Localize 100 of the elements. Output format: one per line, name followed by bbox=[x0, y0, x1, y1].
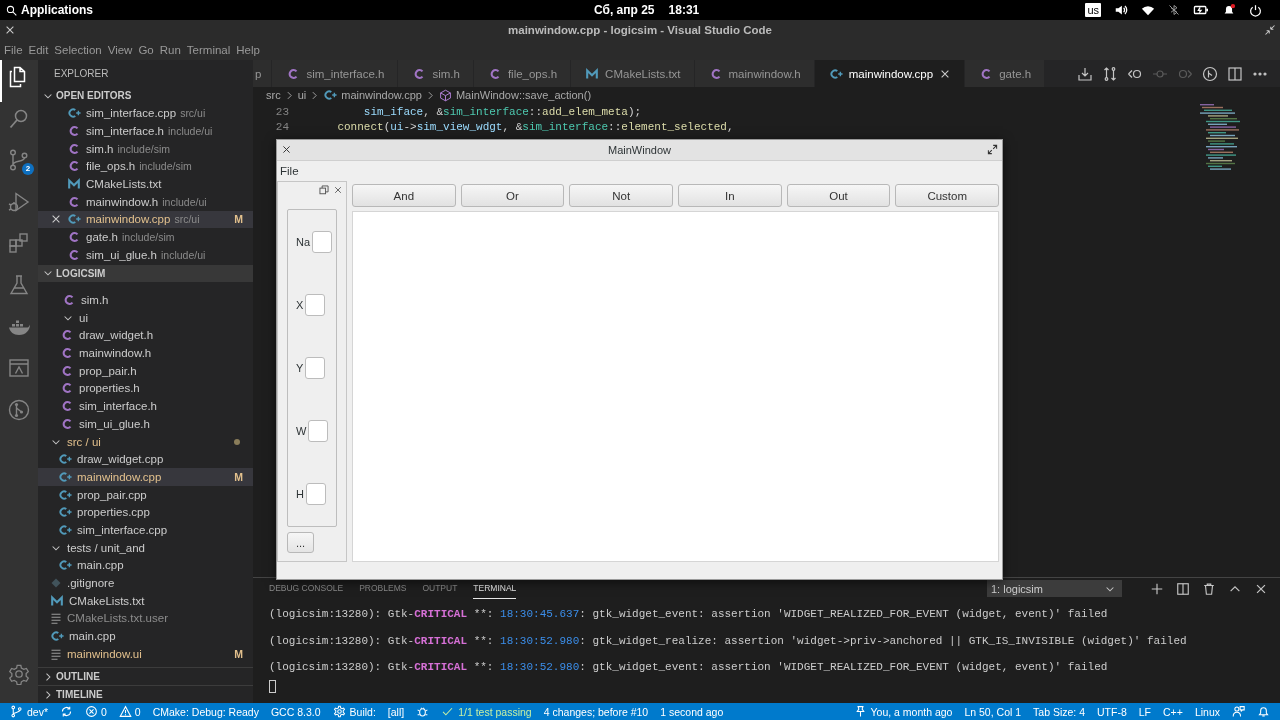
swap-icon[interactable] bbox=[1102, 65, 1118, 82]
open-editor-item[interactable]: mainwindow.h include/ui bbox=[38, 192, 253, 211]
tree-item[interactable]: CMakeLists.txt.user bbox=[38, 609, 253, 628]
feedback-icon[interactable] bbox=[1232, 705, 1245, 718]
status-item[interactable]: GCC 8.3.0 bbox=[270, 705, 321, 718]
breadcrumb-item[interactable]: ui bbox=[297, 89, 307, 101]
run-debug-icon[interactable] bbox=[7, 189, 31, 214]
open-editor-item[interactable]: sim_interface.cpp src/ui bbox=[38, 104, 253, 123]
open-editor-item[interactable]: sim_interface.h include/ui bbox=[38, 122, 253, 140]
editor-tab[interactable]: mainwindow.cpp bbox=[814, 60, 966, 87]
bell-icon[interactable] bbox=[1222, 3, 1236, 17]
menu-item[interactable]: Selection bbox=[51, 44, 105, 56]
applications-menu[interactable]: Applications bbox=[21, 3, 93, 17]
status-item[interactable]: LF bbox=[1138, 705, 1152, 718]
status-item[interactable]: Tab Size: 4 bbox=[1033, 705, 1085, 718]
editor-tab[interactable]: file_ops.h bbox=[473, 60, 572, 87]
tree-item[interactable]: prop_pair.cpp bbox=[38, 485, 253, 504]
error-count[interactable]: 0 bbox=[101, 705, 107, 718]
tree-item[interactable]: draw_widget.h bbox=[38, 326, 253, 345]
editor-tab[interactable]: sim.h bbox=[398, 60, 474, 87]
panel-tab[interactable]: DEBUG CONSOLE bbox=[269, 578, 344, 599]
tree-item[interactable]: draw_widget.cpp bbox=[38, 450, 253, 469]
open-editor-item[interactable]: sim.h include/sim bbox=[38, 139, 253, 158]
volume-icon[interactable] bbox=[1114, 3, 1128, 17]
open-editor-item[interactable]: sim_ui_glue.h include/ui bbox=[38, 246, 253, 264]
status-item[interactable]: [all] bbox=[387, 705, 405, 718]
menu-item[interactable]: Edit bbox=[25, 44, 52, 56]
power-icon[interactable] bbox=[1249, 3, 1262, 17]
gate-button[interactable]: Not bbox=[569, 184, 673, 207]
menu-item[interactable]: Terminal bbox=[183, 44, 234, 56]
breadcrumb-item[interactable]: mainwindow.cpp bbox=[323, 88, 422, 102]
menu-item[interactable]: File bbox=[280, 164, 299, 177]
status-item[interactable]: dev* bbox=[27, 705, 48, 718]
tree-item[interactable]: properties.cpp bbox=[38, 503, 253, 522]
sync-icon[interactable] bbox=[60, 705, 73, 718]
keyboard-layout[interactable]: us bbox=[1085, 3, 1101, 17]
tree-item[interactable]: sim_interface.cpp bbox=[38, 521, 253, 539]
status-item[interactable]: 1 second ago bbox=[660, 705, 724, 718]
status-item[interactable]: You, a month ago bbox=[870, 705, 953, 718]
gate-button[interactable]: Custom bbox=[895, 184, 1000, 207]
section-header[interactable]: LOGICSIM bbox=[38, 264, 253, 283]
tree-item[interactable]: sim.h bbox=[38, 291, 253, 309]
settings-icon[interactable] bbox=[8, 663, 30, 685]
open-editor-item[interactable]: mainwindow.cpp src/ui M bbox=[38, 210, 253, 229]
tree-item[interactable]: main.cpp bbox=[38, 627, 253, 645]
status-item[interactable]: UTF-8 bbox=[1097, 705, 1127, 718]
activity-tab[interactable]: 2 bbox=[0, 143, 38, 185]
editor-tab[interactable]: gate.h bbox=[965, 60, 1046, 87]
wifi-icon[interactable] bbox=[1141, 3, 1155, 17]
menu-item[interactable]: Run bbox=[156, 44, 184, 56]
search-icon[interactable] bbox=[6, 4, 17, 16]
tree-item[interactable]: mainwindow.cpp M bbox=[38, 468, 253, 486]
status-item[interactable]: Linux bbox=[1194, 705, 1220, 718]
tree-item[interactable]: main.cpp bbox=[38, 556, 253, 575]
section-header[interactable]: OPEN EDITORS bbox=[38, 87, 253, 105]
terminal-dropdown[interactable]: 1: logicsim bbox=[987, 580, 1122, 597]
plus-icon[interactable] bbox=[1150, 581, 1164, 596]
breadcrumb-item[interactable]: MainWindow::save_action() bbox=[438, 88, 592, 102]
open-editor-item[interactable]: CMakeLists.txt bbox=[38, 175, 253, 193]
menu-item[interactable]: View bbox=[104, 44, 136, 56]
bug-icon[interactable] bbox=[416, 705, 430, 718]
gate-button[interactable]: Or bbox=[460, 184, 565, 207]
input-field[interactable] bbox=[308, 420, 329, 443]
gate-button[interactable]: In bbox=[678, 184, 782, 207]
menu-item[interactable]: Help bbox=[233, 44, 263, 56]
download-icon[interactable] bbox=[1077, 65, 1093, 82]
trash-icon[interactable] bbox=[1202, 581, 1216, 596]
tree-item[interactable]: mainwindow.ui M bbox=[38, 644, 253, 663]
editor-tab[interactable]: mainwindow.h bbox=[694, 60, 815, 87]
status-item[interactable]: 4 changes; before #10 bbox=[543, 705, 649, 718]
tree-item[interactable]: prop_pair.h bbox=[38, 361, 253, 380]
battery-icon[interactable] bbox=[1193, 3, 1209, 17]
open-editor-item[interactable]: file_ops.h include/sim bbox=[38, 157, 253, 176]
gate-button[interactable]: And bbox=[352, 184, 456, 207]
input-field[interactable] bbox=[305, 483, 326, 506]
breadcrumb-item[interactable]: src bbox=[266, 89, 281, 101]
tree-item[interactable]: sim_ui_glue.h bbox=[38, 415, 253, 433]
flask-icon[interactable] bbox=[7, 272, 31, 297]
git-graph-icon[interactable] bbox=[1202, 65, 1218, 82]
more-button[interactable]: ... bbox=[287, 532, 314, 553]
open-editor-item[interactable]: gate.h include/sim bbox=[38, 228, 253, 246]
input-field[interactable] bbox=[305, 293, 326, 316]
maximize-icon[interactable] bbox=[987, 144, 998, 155]
split-icon[interactable] bbox=[1176, 581, 1190, 596]
status-item[interactable]: C++ bbox=[1163, 705, 1183, 718]
tree-item[interactable]: properties.h bbox=[38, 379, 253, 398]
split-editor-icon[interactable] bbox=[1227, 65, 1243, 82]
menu-item[interactable]: File bbox=[1, 44, 26, 56]
input-field[interactable] bbox=[312, 230, 332, 253]
restore-icon[interactable] bbox=[1264, 24, 1276, 36]
tree-item[interactable]: CMakeLists.txt bbox=[38, 591, 253, 610]
tree-item[interactable]: sim_interface.h bbox=[38, 397, 253, 415]
close-icon[interactable] bbox=[4, 24, 16, 36]
status-item[interactable]: CMake: Debug: Ready bbox=[152, 705, 259, 718]
panel-tab[interactable]: PROBLEMS bbox=[359, 578, 407, 599]
panel-tab[interactable]: OUTPUT bbox=[422, 578, 458, 599]
tree-item[interactable]: .gitignore bbox=[38, 574, 253, 592]
input-field[interactable] bbox=[305, 356, 326, 379]
status-item[interactable]: Build: bbox=[349, 705, 376, 718]
section-header[interactable]: OUTLINE bbox=[38, 667, 253, 685]
